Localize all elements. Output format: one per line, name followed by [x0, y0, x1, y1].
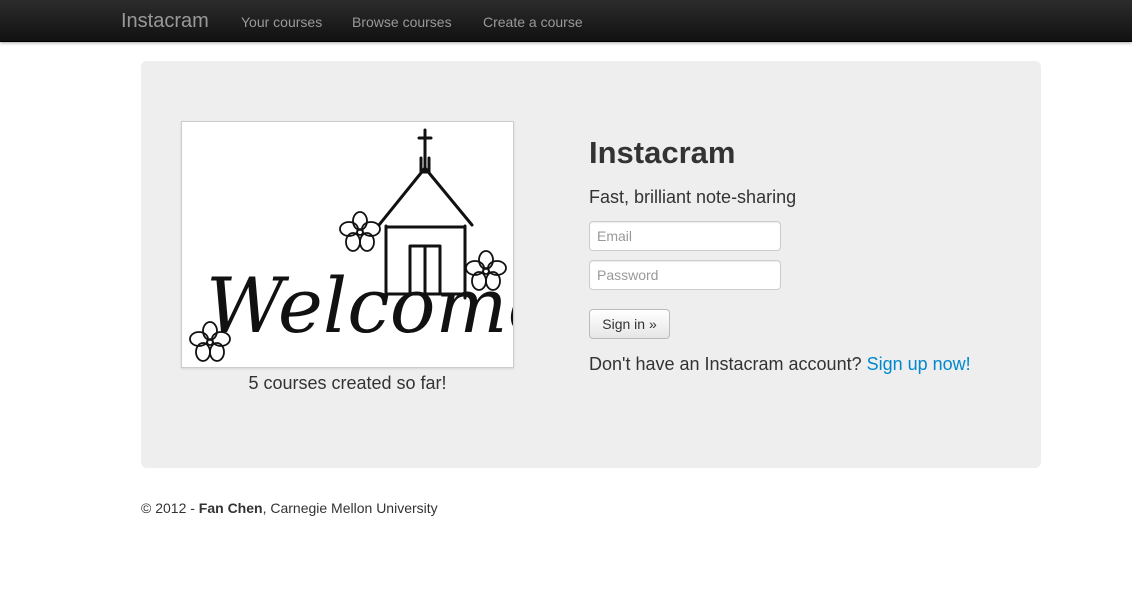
email-field[interactable] — [589, 221, 781, 251]
welcome-text: Welcome — [206, 261, 513, 350]
nav-browse-courses[interactable]: Browse courses — [352, 14, 452, 30]
signup-link[interactable]: Sign up now! — [867, 354, 971, 374]
footer-author: Fan Chen — [198, 500, 263, 516]
courses-count-caption: 5 courses created so far! — [248, 373, 447, 393]
footer-copyright: © 2012 - — [141, 500, 199, 516]
brand-link[interactable]: Instacram — [121, 10, 209, 33]
signup-prompt-text: Don't have an Instacram account? — [589, 354, 862, 374]
hero-unit: Welcome 5 courses created so far! Instac… — [141, 61, 1041, 468]
tagline: Fast, brilliant note-sharing — [589, 187, 797, 207]
sign-in-button[interactable]: Sign in » — [589, 309, 670, 339]
password-field[interactable] — [589, 260, 781, 290]
page-title: Instacram — [589, 135, 736, 170]
footer: © 2012 - Fan Chen, Carnegie Mellon Unive… — [141, 500, 438, 516]
nav-create-course[interactable]: Create a course — [483, 14, 583, 30]
top-navbar: Instacram Your courses Browse courses Cr… — [0, 0, 1132, 42]
footer-university: , Carnegie Mellon University — [262, 500, 438, 516]
welcome-image: Welcome — [181, 121, 514, 368]
nav-your-courses[interactable]: Your courses — [241, 14, 322, 30]
signup-prompt: Don't have an Instacram account? Sign up… — [589, 354, 971, 375]
